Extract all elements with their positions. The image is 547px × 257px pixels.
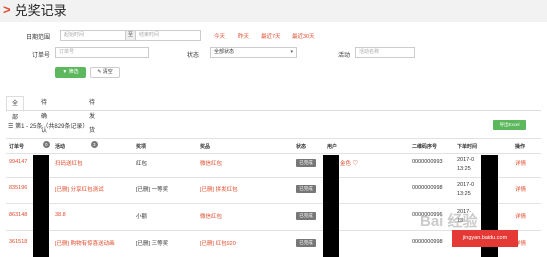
count-badge: 3 [91,141,98,148]
tab-all-label: 全部 [12,101,19,121]
activity-link[interactable]: [已删] 购物有惊喜送动画 [55,239,115,247]
table-top-border [6,138,541,139]
status-select-value: 全部状态 [214,49,235,55]
redaction-bar [33,155,49,257]
clear-button-label: 清空 [102,69,113,75]
order-link[interactable]: 994147 [9,159,27,165]
col-header-user: 用户 [327,144,338,150]
time-cell: 2017-0 [457,182,475,188]
col-header-action: 操作 [515,144,526,150]
quick-7days-link[interactable]: 最近7天 [261,32,281,40]
qr-cell: 0000000998 [412,185,443,191]
records-summary-text: 第1 - 25条（共829条记录） [15,124,89,130]
col-header-qr: 二维码序号 [412,144,438,150]
clear-button[interactable]: ✎ 清空 [90,67,120,78]
quick-today-link[interactable]: 今天 [214,32,225,40]
prize-link[interactable]: [已删] 红包920 [200,239,236,247]
qr-cell: 0000000998 [412,239,443,245]
order-link[interactable]: 835196 [9,185,27,191]
time-cell-2: 13:25 [457,166,471,172]
heart-icon: ♡ [352,161,359,167]
filter-button-label: 筛选 [68,69,79,75]
date-range-label: 日期范围 [26,35,51,41]
activity-link[interactable]: 38.8 [55,212,66,218]
details-link[interactable]: 详情 [515,159,526,167]
status-label: 状态 [187,53,200,59]
prize-link[interactable]: 微信红包 [200,212,222,220]
tab-divider [6,110,541,111]
redaction-bar [323,155,339,257]
watermark-banner: jingyan.baidu.com [452,230,518,247]
page-title-text: 兑奖记录 [14,2,67,18]
details-link[interactable]: 详情 [515,185,526,193]
col-header-status: 状态 [296,144,307,150]
table-header-border [6,153,541,154]
order-link[interactable]: 863148 [9,212,27,218]
filter-icon: ▼ [62,69,68,75]
col-header-prize: 奖品 [200,144,211,150]
end-date-input[interactable]: 结束时间 [135,30,201,41]
time-cell: 2017-0 [457,157,475,163]
export-excel-button[interactable]: 导出Excel [493,120,526,130]
quick-yesterday-link[interactable]: 昨天 [238,32,249,40]
export-excel-label: 导出Excel [499,122,520,127]
count-badge: 0 [43,141,50,148]
tab-pending-ship[interactable]: 待发货 3 [84,96,103,148]
activity-link[interactable]: [已删] 分享红包测试 [55,185,104,193]
prize-level-cell: 红包 [136,161,148,167]
col-header-activity: 活动 [55,144,66,150]
prize-link[interactable]: 微信红包 [200,159,222,167]
chevron-right-icon: > [3,1,11,17]
eraser-icon: ✎ [97,69,102,75]
prize-link[interactable]: [已删] 拼发红包 [200,185,238,193]
row-divider [6,203,541,204]
row-divider [6,177,541,178]
page-title: > 兑奖记录 [3,0,67,18]
order-link[interactable]: 361518 [9,239,27,245]
quick-30days-link[interactable]: 最近30天 [292,32,315,40]
status-badge: 已完成 [296,185,316,193]
records-summary: ☰ 第1 - 25条（共829条记录） [8,121,88,130]
status-badge: 已完成 [296,159,316,167]
status-select[interactable]: 全部状态 ▾ [210,47,297,58]
prize-level-cell: 小额 [136,214,148,220]
status-badge: 已完成 [296,239,316,247]
start-date-input[interactable]: 起始时间 [60,30,126,41]
activity-input[interactable]: 活动名称 [355,47,415,58]
activity-link[interactable]: 扫码送红包 [55,159,83,167]
details-link[interactable]: 详情 [515,212,526,220]
time-cell-2: 13:25 [457,191,471,197]
list-icon: ☰ [8,124,14,130]
watermark-logo: Bai 经验 [420,213,478,230]
prize-level-cell: [已删] 一等奖 [136,187,169,193]
date-to-label: 至 [126,30,135,41]
user-name: 金色 [340,161,352,167]
caret-down-icon: ▾ [290,49,293,55]
order-label: 订单号 [32,53,51,59]
prize-level-cell: [已删] 三等奖 [136,241,169,247]
col-header-prize-level: 奖项 [136,144,147,150]
activity-label: 活动 [338,53,351,59]
col-header-time: 下单时间 [457,144,478,150]
status-badge: 已完成 [296,212,316,220]
qr-cell: 0000000993 [412,159,443,165]
user-link[interactable]: 金色 ♡ [340,159,358,167]
col-header-order: 订单号 [9,144,25,150]
order-input[interactable]: 订单号 [55,47,149,58]
tab-pending-ship-label: 待发货 [89,100,96,134]
filter-button[interactable]: ▼ 筛选 [55,67,86,78]
tab-pending-confirm[interactable]: 待确认0 [36,96,55,148]
